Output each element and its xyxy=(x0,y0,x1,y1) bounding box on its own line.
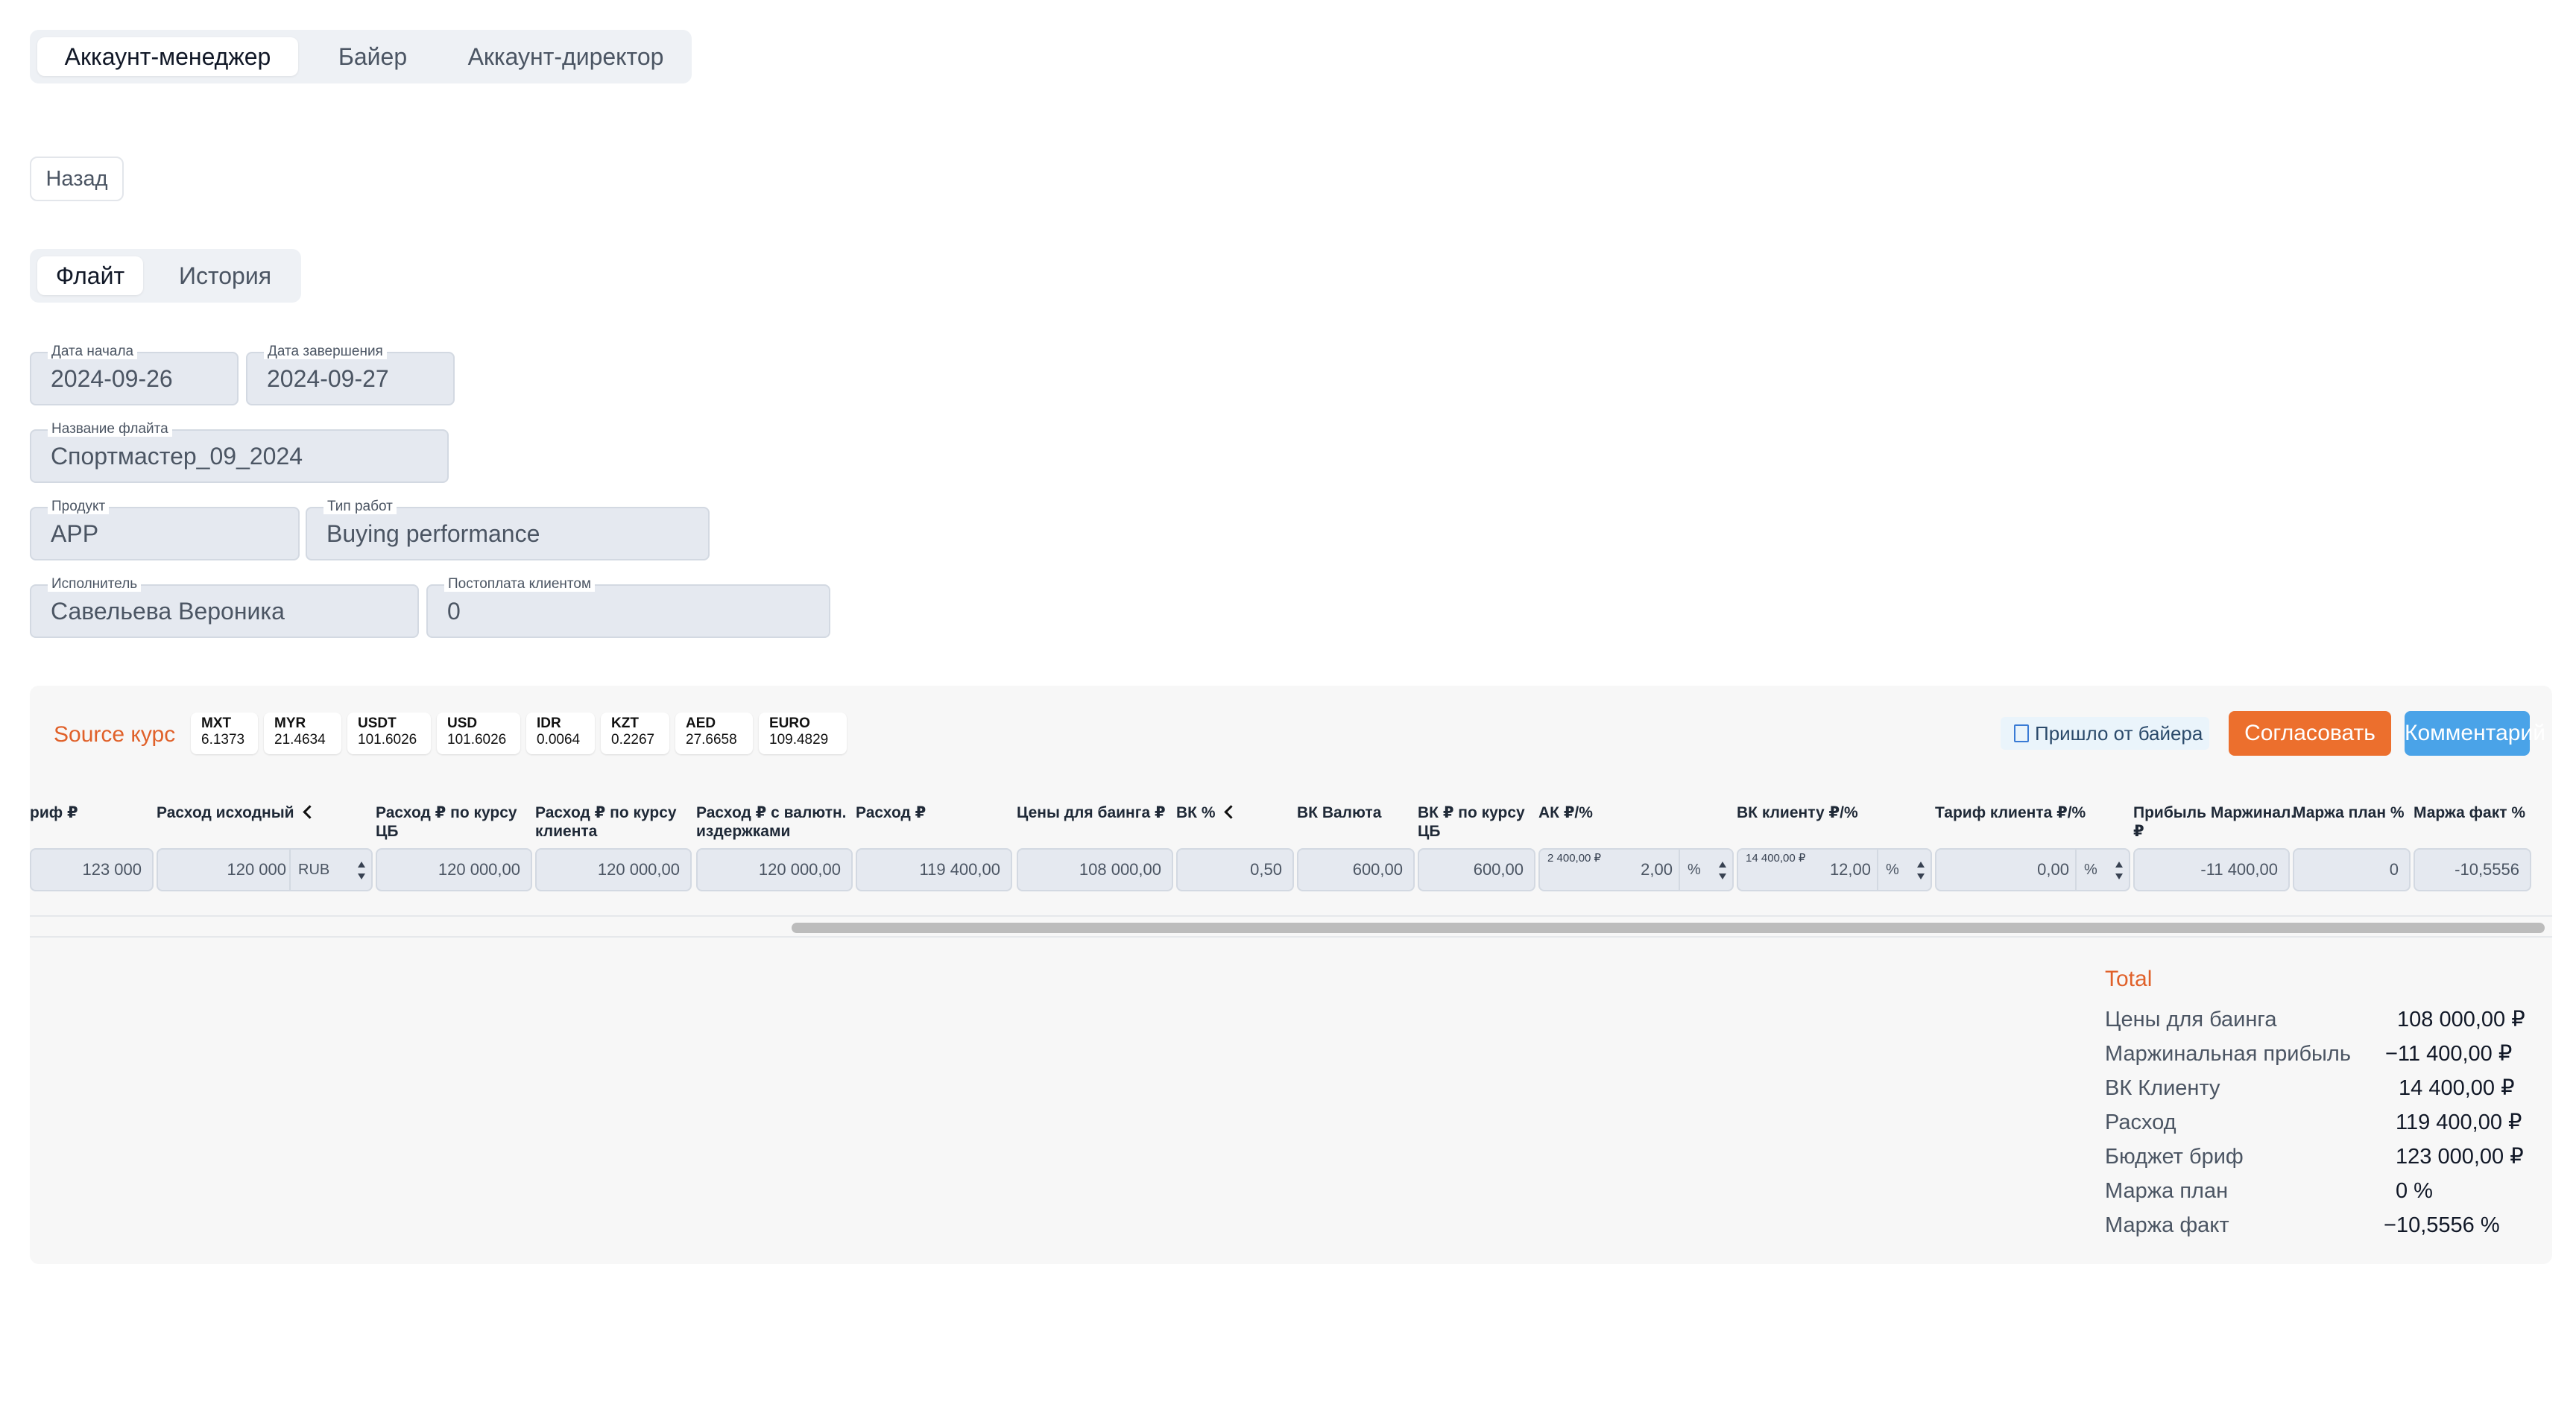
cell-spend-fx[interactable]: 120 000,00 xyxy=(696,848,853,891)
col-header-spend-fx: Расход ₽ с валютн. издержками xyxy=(696,804,847,840)
select-arrows-icon xyxy=(2115,862,2123,879)
cell-ak[interactable]: 2 400,00 ₽ 2,00 % xyxy=(1538,848,1734,891)
flight-name-field[interactable]: Название флайта Спортмастер_09_2024 xyxy=(30,422,449,483)
col-header-margin-plan: Маржа план % xyxy=(2293,804,2405,821)
field-value: 2024-09-27 xyxy=(267,365,389,392)
select-arrows-icon xyxy=(358,862,365,879)
rate-chip: IDR 0.0064 xyxy=(526,713,595,754)
tab-buyer[interactable]: Байер xyxy=(313,37,432,76)
cell-tariff[interactable]: 123 000 xyxy=(30,848,154,891)
cell-vk-client[interactable]: 14 400,00 ₽ 12,00 % xyxy=(1737,848,1932,891)
from-buyer-tag[interactable]: Пришло от байера xyxy=(2001,717,2209,750)
tab-history[interactable]: История xyxy=(158,256,292,295)
cell-profit[interactable]: -11 400,00 xyxy=(2133,848,2290,891)
work-type-field[interactable]: Тип работ Buying performance xyxy=(306,499,710,560)
rate-chip: KZT 0.2267 xyxy=(601,713,669,754)
cell-margin-fact[interactable]: -10,5556 xyxy=(2414,848,2531,891)
divider xyxy=(30,936,2552,938)
cell-vk-cb[interactable]: 600,00 xyxy=(1418,848,1535,891)
chevron-left-icon[interactable] xyxy=(1223,805,1238,819)
rate-chip: EURO 109.4829 xyxy=(759,713,847,754)
horizontal-scrollbar[interactable] xyxy=(792,923,2545,933)
unit-select[interactable]: % xyxy=(1877,850,1931,890)
total-value: 108 000,00 ₽ xyxy=(2397,1008,2525,1031)
start-date-field[interactable]: Дата начала 2024-09-26 xyxy=(30,344,239,405)
field-value: Савельева Вероника xyxy=(51,598,285,625)
total-value: −11 400,00 ₽ xyxy=(2385,1042,2513,1066)
cell-spend-initial[interactable]: 120 000 RUB xyxy=(157,848,373,891)
col-header-ak: АК ₽/% xyxy=(1538,804,1593,821)
total-label: Маржа план xyxy=(2105,1179,2229,1203)
col-header-vk-client: ВК клиенту ₽/% xyxy=(1737,804,1858,821)
select-arrows-icon xyxy=(1917,862,1925,879)
field-value: Buying performance xyxy=(326,520,540,547)
rate-chip: USDT 101.6026 xyxy=(347,713,431,754)
cell-buying-price[interactable]: 108 000,00 xyxy=(1017,848,1173,891)
document-edit-icon xyxy=(2014,724,2029,742)
col-header-spend-initial[interactable]: Расход исходный xyxy=(157,803,317,822)
tab-flight[interactable]: Флайт xyxy=(37,256,143,295)
total-value: 123 000,00 ₽ xyxy=(2396,1145,2524,1169)
unit-select[interactable]: % xyxy=(2075,850,2129,890)
total-label: Цены для баинга xyxy=(2105,1008,2277,1031)
col-header-margin-fact: Маржа факт % xyxy=(2414,804,2525,821)
col-header-spend: Расход ₽ xyxy=(856,804,926,821)
select-arrows-icon xyxy=(1719,862,1726,879)
col-header-buying-price: Цены для баинга ₽ xyxy=(1017,804,1166,821)
back-button[interactable]: Назад xyxy=(30,157,124,201)
field-value: Спортмастер_09_2024 xyxy=(51,443,303,470)
role-tabs: Аккаунт-менеджер Байер Аккаунт-директор xyxy=(30,30,692,83)
field-value: 2024-09-26 xyxy=(51,365,173,392)
rate-chip: USD 101.6026 xyxy=(437,713,520,754)
total-label: Расход xyxy=(2105,1111,2176,1134)
total-label: Бюджет бриф xyxy=(2105,1145,2244,1169)
currency-select[interactable]: RUB xyxy=(289,850,371,890)
col-header-spend-client: Расход ₽ по курсу клиента xyxy=(535,804,677,840)
comment-button[interactable]: Комментарий xyxy=(2405,711,2545,756)
col-header-spend-cb: Расход ₽ по курсу ЦБ xyxy=(376,804,517,840)
flight-tabs: Флайт История xyxy=(30,249,301,303)
col-header-client-tariff: Тариф клиента ₽/% xyxy=(1935,804,2086,821)
tab-account-director[interactable]: Аккаунт-директор xyxy=(447,37,684,76)
col-header-vk-currency: ВК Валюта xyxy=(1297,804,1382,821)
cell-client-tariff[interactable]: 0,00 % xyxy=(1935,848,2130,891)
source-rate-label: Source курс xyxy=(54,722,176,747)
approve-button[interactable]: Согласовать xyxy=(2229,711,2391,756)
field-value: 0 xyxy=(447,598,461,625)
unit-select[interactable]: % xyxy=(1679,850,1732,890)
col-header-vk-pct[interactable]: ВК % xyxy=(1176,803,1238,822)
total-value: 14 400,00 ₽ xyxy=(2399,1076,2515,1100)
cell-spend-client[interactable]: 120 000,00 xyxy=(535,848,692,891)
divider xyxy=(30,915,2552,917)
postpay-field[interactable]: Постоплата клиентом 0 xyxy=(426,577,830,638)
product-field[interactable]: Продукт APP xyxy=(30,499,300,560)
cell-spend-cb[interactable]: 120 000,00 xyxy=(376,848,532,891)
executor-field[interactable]: Исполнитель Савельева Вероника xyxy=(30,577,419,638)
total-title: Total xyxy=(2105,967,2153,991)
cell-vk-currency[interactable]: 600,00 xyxy=(1297,848,1415,891)
total-value: 119 400,00 ₽ xyxy=(2396,1111,2522,1134)
col-header-profit: Прибыль Маржинал. ₽ xyxy=(2133,804,2296,840)
cell-vk-pct[interactable]: 0,50 xyxy=(1176,848,1294,891)
total-value: −10,5556 % xyxy=(2384,1213,2500,1237)
col-header-tariff: риф ₽ xyxy=(30,804,78,821)
field-value: APP xyxy=(51,520,99,547)
tab-account-manager[interactable]: Аккаунт-менеджер xyxy=(37,37,298,76)
field-label: Постоплата клиентом xyxy=(444,577,596,592)
col-header-vk-cb: ВК ₽ по курсу ЦБ xyxy=(1418,804,1525,840)
rate-chip: MXT 6.1373 xyxy=(191,713,258,754)
rate-chip: AED 27.6658 xyxy=(675,713,753,754)
total-label: Маржинальная прибыль xyxy=(2105,1042,2351,1066)
total-value: 0 % xyxy=(2396,1179,2433,1203)
cell-spend[interactable]: 119 400,00 xyxy=(856,848,1012,891)
rate-chip: MYR 21.4634 xyxy=(264,713,341,754)
total-label: Маржа факт xyxy=(2105,1213,2229,1237)
total-label: ВК Клиенту xyxy=(2105,1076,2220,1100)
cell-margin-plan[interactable]: 0 xyxy=(2293,848,2411,891)
chevron-left-icon[interactable] xyxy=(302,805,317,819)
end-date-field[interactable]: Дата завершения 2024-09-27 xyxy=(246,344,455,405)
